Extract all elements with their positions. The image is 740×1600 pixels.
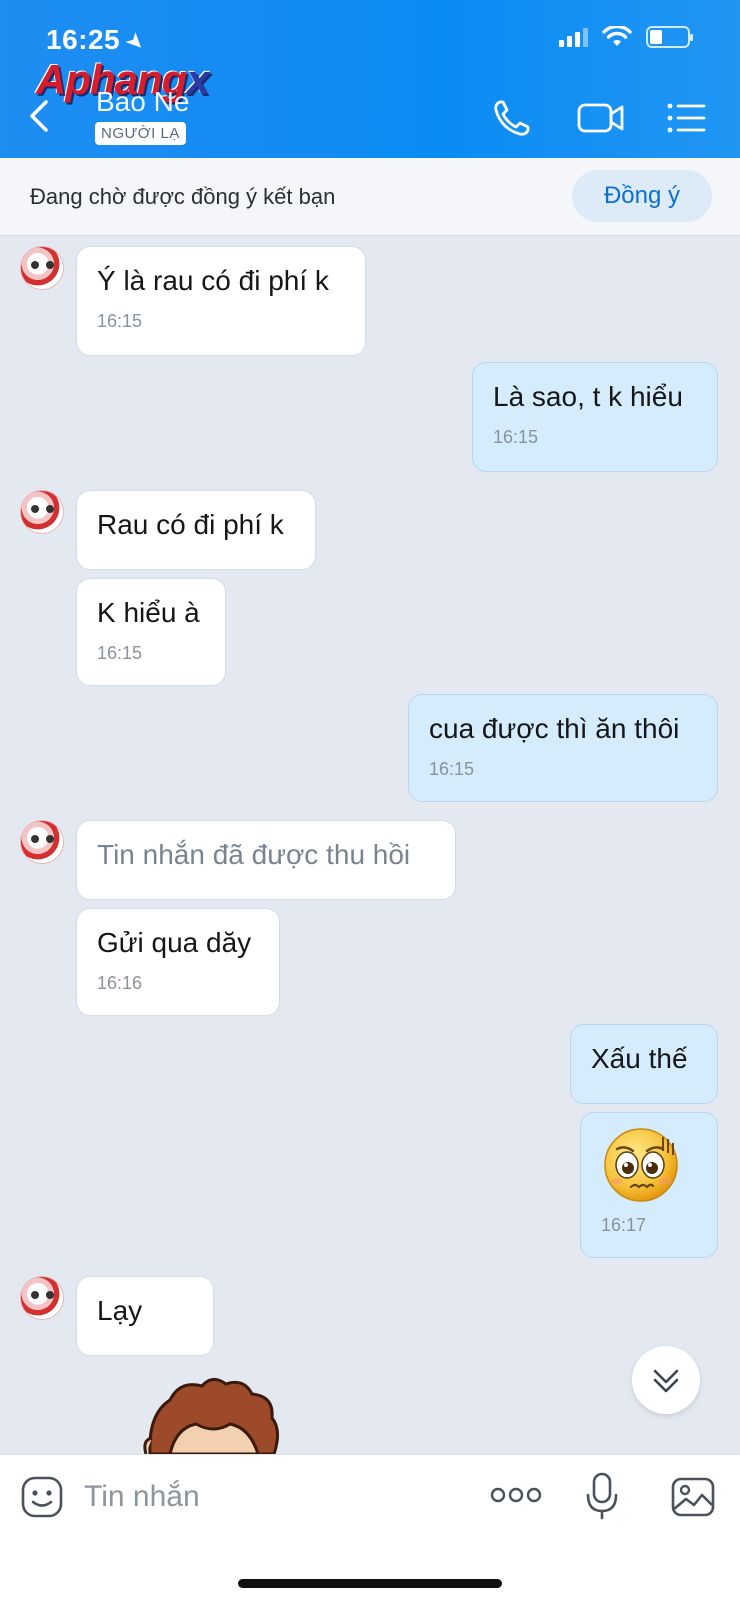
avatar[interactable] xyxy=(20,246,64,290)
message-text: Gửi qua dăy xyxy=(97,927,252,958)
cellular-signal-icon xyxy=(559,27,588,47)
message-input-bar xyxy=(0,1454,740,1600)
message-bubble-incoming[interactable]: Gửi qua dăy 16:16 xyxy=(76,908,280,1016)
back-icon[interactable] xyxy=(24,96,54,136)
message-time: 16:17 xyxy=(601,1215,647,1235)
status-time: 16:25➤ xyxy=(46,24,151,57)
message-bubble-incoming[interactable]: Lạy xyxy=(76,1276,214,1356)
message-text: Rau có đi phí k xyxy=(97,509,284,540)
message-bubble-incoming[interactable]: Ý là rau có đi phí k 16:15 xyxy=(76,246,366,356)
message-bubble-incoming[interactable]: Rau có đi phí k xyxy=(76,490,316,570)
status-time-text: 16:25 xyxy=(46,24,121,55)
message-text: K hiểu à xyxy=(97,597,200,628)
contact-name[interactable]: Bao Ne xyxy=(96,86,189,118)
pleading-face-emoji-icon xyxy=(604,1128,678,1202)
menu-list-icon[interactable] xyxy=(664,96,708,140)
message-text: Lạy xyxy=(97,1295,143,1326)
message-time: 16:15 xyxy=(97,643,143,663)
avatar[interactable] xyxy=(20,490,64,534)
message-text: Ý là rau có đi phí k xyxy=(97,265,329,296)
location-arrow-icon: ➤ xyxy=(120,26,152,58)
message-time: 16:15 xyxy=(97,311,143,331)
message-bubble-outgoing[interactable]: cua được thì ăn thôi 16:15 xyxy=(408,694,718,802)
home-indicator xyxy=(238,1579,502,1588)
cartoon-sticker-image[interactable] xyxy=(140,1374,290,1454)
message-time: 16:16 xyxy=(97,973,143,993)
message-bubble-incoming[interactable]: K hiểu à 16:15 xyxy=(76,578,226,686)
friend-request-bar: Đang chờ được đồng ý kết bạn Đồng ý xyxy=(0,158,740,236)
watermark-text-b: x xyxy=(186,56,209,103)
message-time: 16:15 xyxy=(493,427,539,447)
status-icons xyxy=(559,26,693,48)
avatar[interactable] xyxy=(20,1276,64,1320)
message-text: cua được thì ăn thôi xyxy=(429,713,680,744)
message-text: Là sao, t k hiểu xyxy=(493,381,683,412)
message-bubble-outgoing[interactable]: Là sao, t k hiểu 16:15 xyxy=(472,362,718,472)
image-gallery-icon[interactable] xyxy=(670,1475,716,1519)
video-call-icon[interactable] xyxy=(576,96,626,140)
recalled-message-bubble[interactable]: Tin nhắn đã được thu hồi xyxy=(76,820,456,900)
sticker-message-bubble[interactable]: 16:17 xyxy=(580,1112,718,1258)
phone-icon[interactable] xyxy=(490,96,534,140)
message-input[interactable] xyxy=(84,1473,454,1521)
scroll-to-bottom-button[interactable] xyxy=(632,1346,700,1414)
avatar[interactable] xyxy=(20,820,64,864)
wifi-icon xyxy=(602,26,632,46)
message-text: Tin nhắn đã được thu hồi xyxy=(97,839,411,870)
emoji-sticker-icon[interactable] xyxy=(20,1475,64,1519)
message-text: Xấu thế xyxy=(591,1043,688,1074)
chat-header: 16:25➤ Aphangx Bao Ne NGƯỜI LẠ xyxy=(0,0,740,158)
message-bubble-outgoing[interactable]: Xấu thế xyxy=(570,1024,718,1104)
stranger-badge: NGƯỜI LẠ xyxy=(95,122,186,145)
accept-friend-button[interactable]: Đồng ý xyxy=(572,170,712,222)
friend-request-text: Đang chờ được đồng ý kết bạn xyxy=(30,184,336,209)
microphone-icon[interactable] xyxy=(584,1471,620,1521)
message-time: 16:15 xyxy=(429,759,475,779)
more-options-icon[interactable] xyxy=(490,1485,542,1505)
battery-icon xyxy=(646,26,693,48)
double-chevron-down-icon xyxy=(653,1369,679,1393)
